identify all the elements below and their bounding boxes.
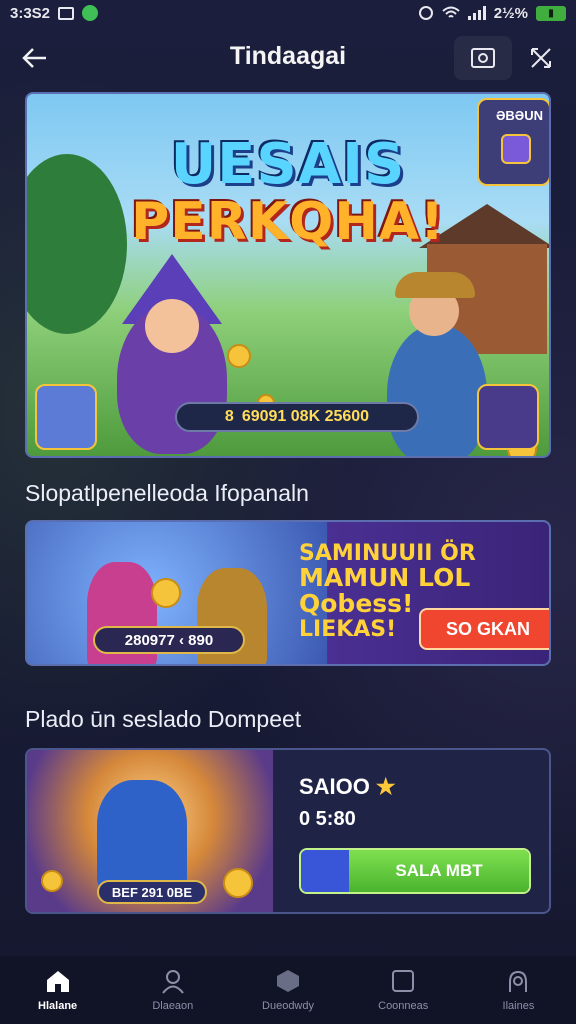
status-bar: 3:3S2 2½% ▮ [0,0,576,26]
nav-label: Dueodwdy [262,1000,314,1012]
bottom-nav: Hlalane Dlaeaon Dueodwdy Coonneas Ilaine… [0,956,576,1024]
nav-item-discover[interactable]: Dueodwdy [230,956,345,1024]
hero-title-line2: PERKQHA! [131,192,445,252]
star-icon: ★ [375,774,396,799]
reward-badge[interactable]: ƏBƏUN [477,98,549,186]
adventurer-character [387,324,487,456]
status-left: 3:3S2 [10,4,99,22]
hero-counter: 8 69091 08K 25600 [175,402,419,432]
app-bar: Tindaagai [0,26,576,90]
coin-icon [151,578,181,608]
item-thumbnail[interactable] [477,384,539,450]
deal-button-label: SALA MBT [349,850,529,892]
promo-counter: 280977 ‹ 890 [93,626,245,654]
nav-item-characters[interactable]: Dlaeaon [115,956,230,1024]
camera-icon [471,48,495,68]
notification-icon [58,6,75,20]
user-icon [162,970,184,994]
nav-item-profile[interactable]: Ilaines [461,956,576,1024]
nav-item-connections[interactable]: Coonneas [346,956,461,1024]
nav-label: Hlalane [38,1000,78,1012]
hero-banner[interactable]: UESAIS PERKQHA! ƏBƏUN 8 69091 08K 25600 [25,92,551,458]
promo-cta-button[interactable]: SO GKAN [419,608,549,650]
promo-line1: SAMINUUII ÖR [299,541,476,566]
square-icon [392,970,415,992]
deal-timer: 0 5:80 [299,808,356,830]
wizard-face [145,299,199,353]
wifi-icon [442,6,460,18]
coin-icon [227,344,251,368]
coin-counter-prefix: 8 [224,408,234,425]
reward-badge-label: ƏBƏUN [495,108,543,123]
battery-icon: ▮ [536,5,566,21]
nav-item-home[interactable]: Hlalane [0,956,115,1024]
back-button[interactable] [16,40,52,76]
coin-icon [41,870,63,892]
nav-label: Coonneas [378,1000,429,1012]
battery-percent: 2½% [493,4,528,22]
deal-name: SAIOO ★ [299,774,396,800]
alarm-icon [418,6,433,20]
deal-cta-button[interactable]: SALA MBT [299,848,531,894]
nav-label: Ilaines [502,1000,535,1012]
adventurer-hat [395,272,475,298]
gem-icon [501,134,531,164]
deal-card[interactable]: BEF 291 0BE SAIOO ★ 0 5:80 SALA MBT [25,748,551,914]
coin-counter-value: 69091 08K 25600 [241,408,370,425]
home-icon [46,971,69,992]
coin-icon [223,868,253,898]
signal-icon [467,6,486,20]
deal-name-text: SAIOO [299,774,370,799]
character-thumbnail[interactable] [35,384,97,450]
nav-label: Dlaeaon [152,1000,194,1012]
expand-button[interactable] [512,36,570,80]
status-time: 3:3S2 [10,4,51,22]
profile-icon [509,970,528,992]
status-right: 2½% ▮ [418,5,566,22]
hero-title-line1: UESAIS [170,132,406,197]
expand-icon [531,48,551,68]
deal-counter: BEF 291 0BE [97,880,207,904]
section-title: Slopatlpenelleoda Ifopanaln [25,480,309,506]
arrow-left-icon [22,48,46,68]
promo-banner[interactable]: 280977 ‹ 890 SAMINUUII ÖR MAMUN LOL Qobe… [25,520,551,666]
camera-button[interactable] [454,36,512,80]
section-title: Plado ūn seslado Dompeet [25,706,302,732]
deal-button-accent [301,850,349,892]
deal-character [97,780,187,890]
app-notification-icon [82,5,99,21]
hexagon-icon [277,970,299,992]
